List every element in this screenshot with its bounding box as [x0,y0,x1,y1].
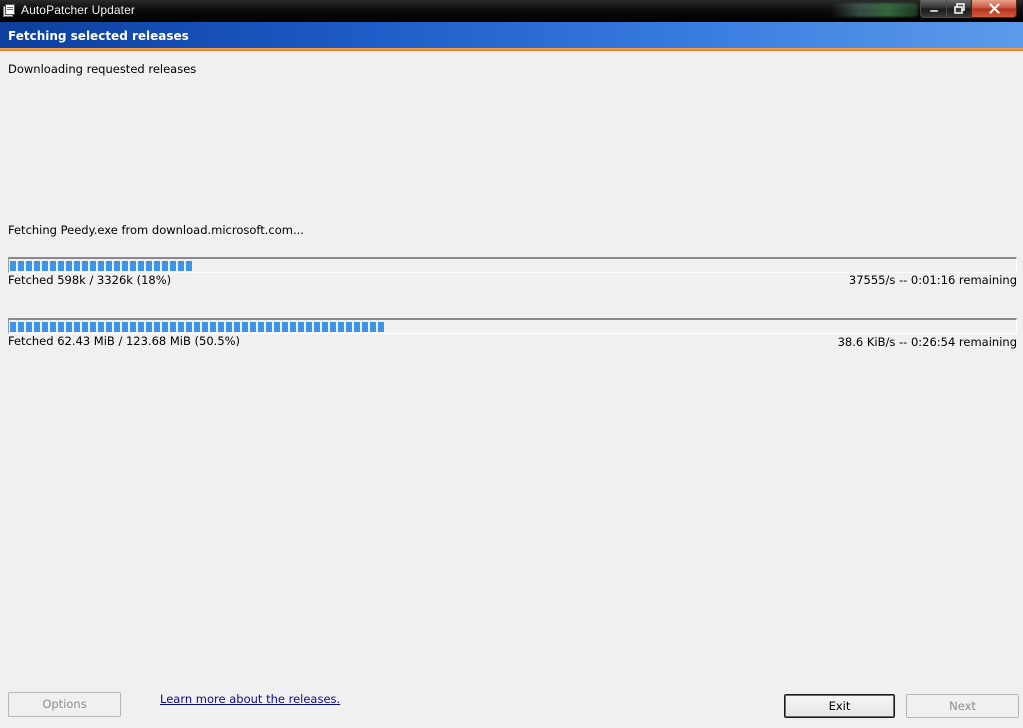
file-progress-text: Fetched 598k / 3326k (18%) [8,273,172,287]
minimize-button[interactable] [920,0,947,18]
window-title: AutoPatcher Updater [21,3,135,17]
file-progress-bar [8,257,1017,273]
title-glow [830,3,918,17]
header-divider [0,48,1023,51]
restore-icon [953,3,965,14]
minimize-icon [929,9,938,13]
next-button[interactable]: Next [906,694,1019,718]
total-progress-bar [8,318,1017,334]
autopatcher-window: AutoPatcher Updater Fetching selected re… [0,0,1023,728]
options-button[interactable]: Options [8,692,121,717]
current-file-label: Fetching Peedy.exe from download.microso… [8,223,304,237]
learn-more-link[interactable]: Learn more about the releases. [160,692,340,706]
file-progress-rate: 37555/s -- 0:01:16 remaining [848,273,1017,287]
restore-button[interactable] [946,0,972,18]
total-progress-rate: 38.6 KiB/s -- 0:26:54 remaining [837,335,1017,349]
status-message: Downloading requested releases [8,62,197,76]
total-progress-fill [10,322,384,332]
total-progress-text: Fetched 62.43 MiB / 123.68 MiB (50.5%) [8,334,241,348]
close-icon [988,3,1000,14]
page-title: Fetching selected releases [8,29,189,43]
title-bar[interactable]: AutoPatcher Updater [0,0,1023,22]
page-header: Fetching selected releases [0,22,1023,48]
app-icon [3,4,15,17]
close-button[interactable] [971,0,1017,18]
exit-button[interactable]: Exit [784,694,895,718]
file-progress-fill [10,261,192,271]
